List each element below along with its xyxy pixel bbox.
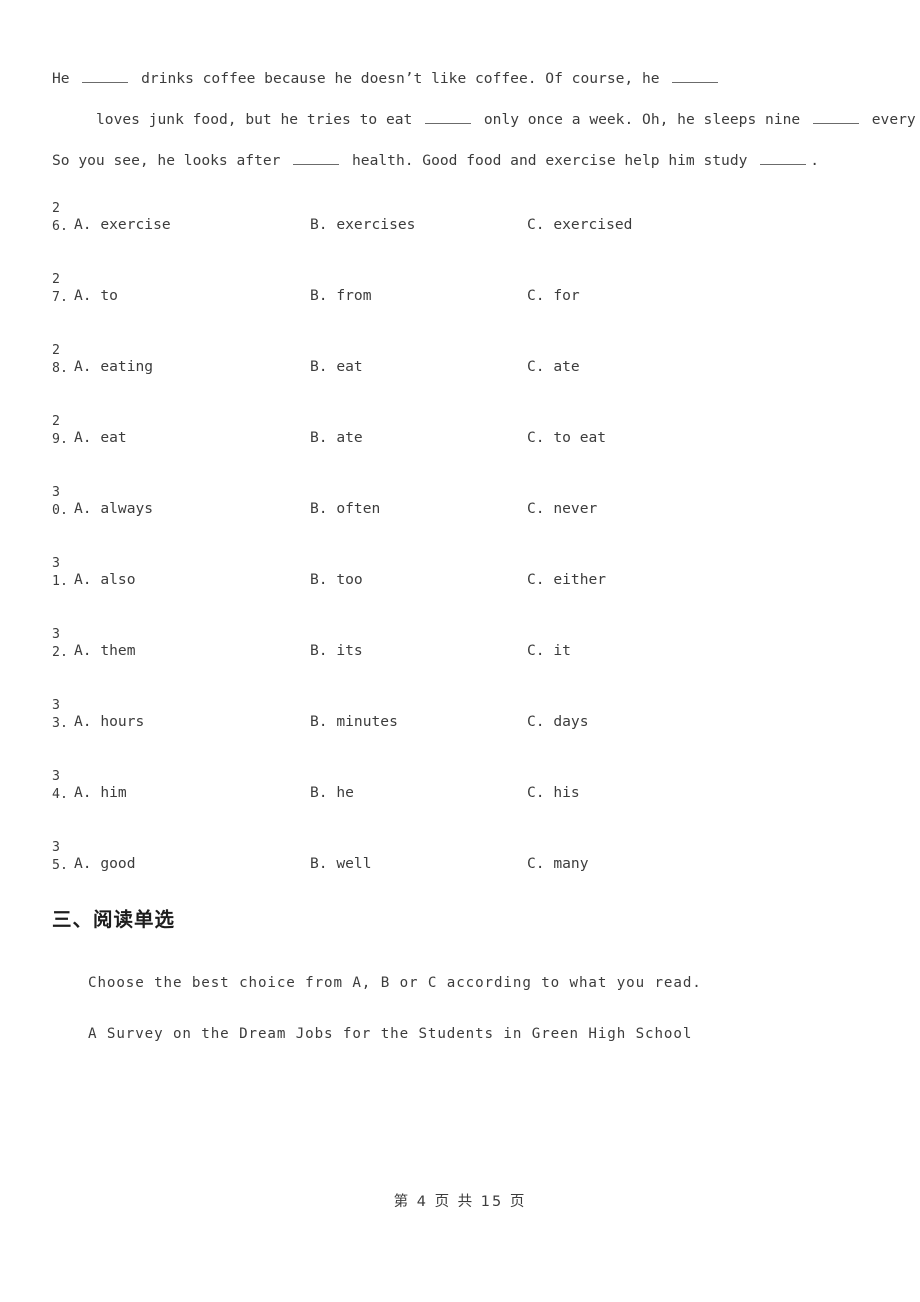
option-c[interactable]: C. his <box>527 782 580 804</box>
option-a[interactable]: A. eating <box>74 356 153 378</box>
question-number: 26. <box>52 201 68 234</box>
option-b[interactable]: B. well <box>310 853 372 875</box>
option-b[interactable]: B. from <box>310 285 372 307</box>
question-options: A. exercise B. exercises C. exercised <box>74 214 868 236</box>
passage-text: So you see, he looks after <box>52 152 290 169</box>
reading-instruction: Choose the best choice from A, B or C ac… <box>88 975 702 991</box>
passage-text: He <box>52 70 79 87</box>
option-b[interactable]: B. exercises <box>310 214 415 236</box>
question-number: 35. <box>52 840 68 873</box>
passage-text: every night. <box>871 111 920 128</box>
passage-line: So you see, he looks after health. Good … <box>52 140 868 181</box>
answer-blank[interactable] <box>293 152 340 165</box>
question-list: 26. A. exercise B. exercises C. exercised 27… <box>52 200 868 910</box>
option-c[interactable]: C. to eat <box>527 427 606 449</box>
option-a[interactable]: A. them <box>74 640 136 662</box>
cloze-passage: He drinks coffee because he doesn’t like… <box>52 58 920 181</box>
option-a[interactable]: A. him <box>74 782 127 804</box>
question-item: 27. A. to B. from C. for <box>52 271 868 342</box>
question-item: 26. A. exercise B. exercises C. exercised <box>52 200 868 271</box>
question-item: 29. A. eat B. ate C. to eat <box>52 413 868 484</box>
option-c[interactable]: C. exercised <box>527 214 632 236</box>
option-b[interactable]: B. ate <box>310 427 363 449</box>
question-item: 28. A. eating B. eat C. ate <box>52 342 868 413</box>
option-b[interactable]: B. its <box>310 640 363 662</box>
question-number: 33. <box>52 698 68 731</box>
passage-line: He drinks coffee because he doesn’t like… <box>52 58 868 99</box>
reading-section: Choose the best choice from A, B or C ac… <box>52 958 868 1060</box>
option-b[interactable]: B. too <box>310 569 363 591</box>
page-footer: 第 4 页 共 15 页 <box>393 1194 527 1210</box>
option-c[interactable]: C. for <box>527 285 580 307</box>
option-c[interactable]: C. either <box>527 569 606 591</box>
option-b[interactable]: B. eat <box>310 356 363 378</box>
question-item: 35. A. good B. well C. many <box>52 839 868 910</box>
question-number: 30. <box>52 485 68 518</box>
passage-text: . <box>810 152 819 169</box>
option-a[interactable]: A. eat <box>74 427 127 449</box>
option-a[interactable]: A. also <box>74 569 136 591</box>
option-b[interactable]: B. he <box>310 782 354 804</box>
question-options: A. eating B. eat C. ate <box>74 356 868 378</box>
question-options: A. also B. too C. either <box>74 569 868 591</box>
passage-text: only once a week. Oh, he sleeps nine <box>475 111 809 128</box>
passage-text: health. Good food and exercise help him … <box>343 152 757 169</box>
option-a[interactable]: A. hours <box>74 711 144 733</box>
exam-page: He drinks coffee because he doesn’t like… <box>0 0 920 1302</box>
option-c[interactable]: C. never <box>527 498 597 520</box>
question-options: A. eat B. ate C. to eat <box>74 427 868 449</box>
question-options: A. hours B. minutes C. days <box>74 711 868 733</box>
passage-text: loves junk food, but he tries to eat <box>96 111 422 128</box>
question-item: 30. A. always B. often C. never <box>52 484 868 555</box>
option-a[interactable]: A. good <box>74 853 136 875</box>
question-number: 34. <box>52 769 68 802</box>
option-c[interactable]: C. days <box>527 711 589 733</box>
option-a[interactable]: A. to <box>74 285 118 307</box>
option-b[interactable]: B. often <box>310 498 380 520</box>
answer-blank[interactable] <box>82 70 129 83</box>
answer-blank[interactable] <box>760 152 807 165</box>
question-number: 32. <box>52 627 68 660</box>
passage-text: drinks coffee because he doesn’t like co… <box>132 70 669 87</box>
question-options: A. to B. from C. for <box>74 285 868 307</box>
passage-line: loves junk food, but he tries to eat onl… <box>52 99 920 140</box>
section-heading-reading: 三、阅读单选 <box>52 908 176 931</box>
question-item: 34. A. him B. he C. his <box>52 768 868 839</box>
question-options: A. always B. often C. never <box>74 498 868 520</box>
answer-blank[interactable] <box>425 111 472 124</box>
question-number: 28. <box>52 343 68 376</box>
option-a[interactable]: A. always <box>74 498 153 520</box>
question-item: 33. A. hours B. minutes C. days <box>52 697 868 768</box>
option-b[interactable]: B. minutes <box>310 711 398 733</box>
option-c[interactable]: C. many <box>527 853 589 875</box>
option-a[interactable]: A. exercise <box>74 214 171 236</box>
question-item: 32. A. them B. its C. it <box>52 626 868 697</box>
reading-passage-title: A Survey on the Dream Jobs for the Stude… <box>88 1026 693 1042</box>
question-options: A. good B. well C. many <box>74 853 868 875</box>
option-c[interactable]: C. ate <box>527 356 580 378</box>
question-number: 27. <box>52 272 68 305</box>
answer-blank[interactable] <box>812 111 859 124</box>
question-item: 31. A. also B. too C. either <box>52 555 868 626</box>
question-options: A. them B. its C. it <box>74 640 868 662</box>
question-number: 31. <box>52 556 68 589</box>
question-options: A. him B. he C. his <box>74 782 868 804</box>
question-number: 29. <box>52 414 68 447</box>
answer-blank[interactable] <box>672 70 719 83</box>
option-c[interactable]: C. it <box>527 640 571 662</box>
